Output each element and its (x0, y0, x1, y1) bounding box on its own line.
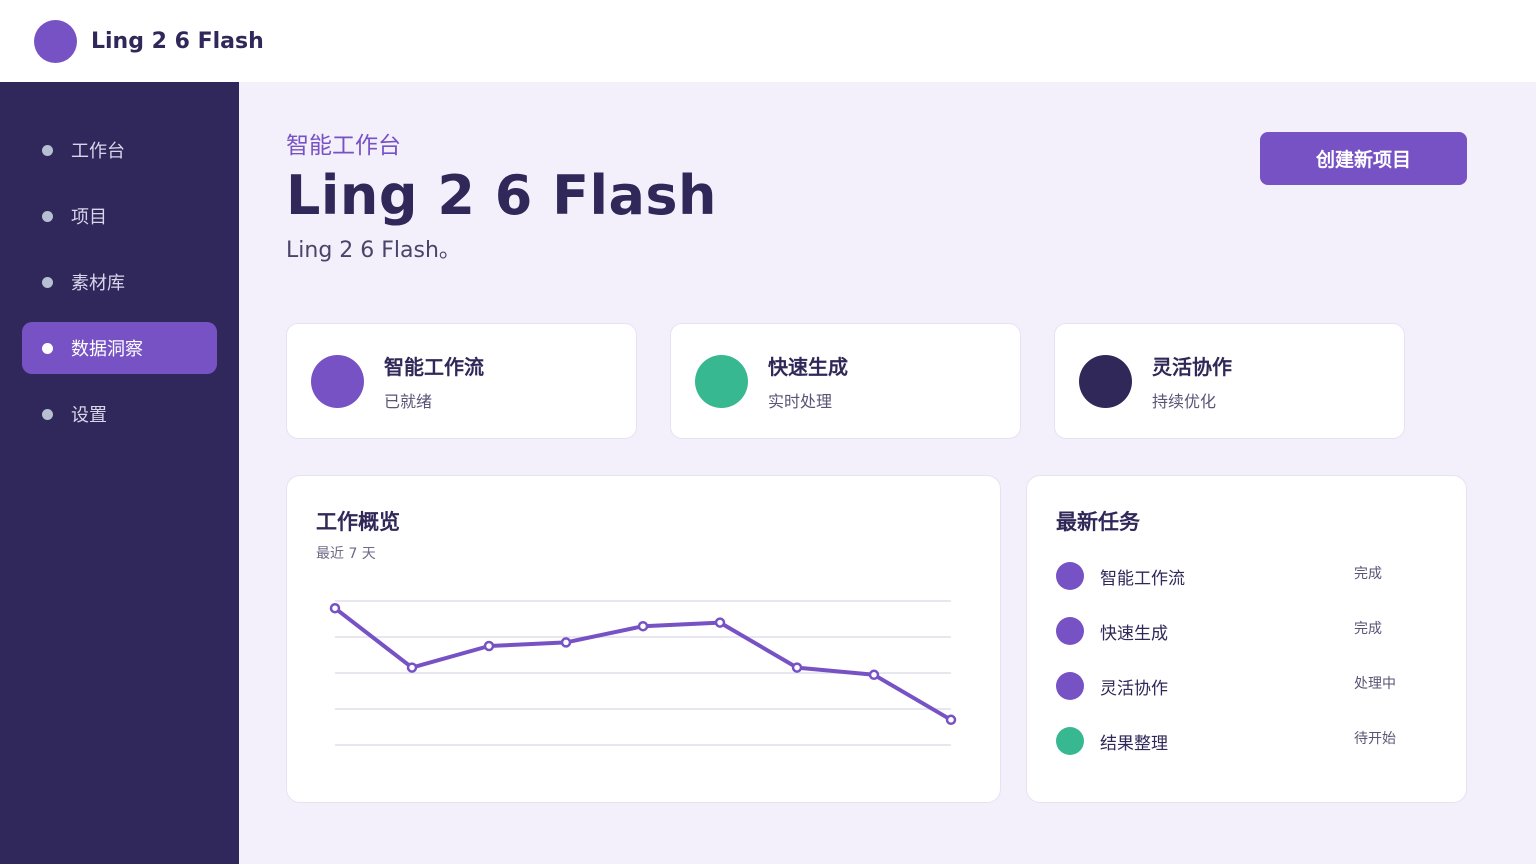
stat-title: 智能工作流 (384, 354, 484, 379)
task-row[interactable]: 结果整理 待开始 (1056, 726, 1436, 756)
sidebar-item-label: 工作台 (71, 141, 125, 162)
sidebar: 工作台 项目 素材库 数据洞察 设置 (0, 82, 239, 864)
data-point (714, 617, 726, 628)
bullet-icon (42, 342, 53, 354)
stat-subtitle: 实时处理 (768, 391, 833, 411)
data-point (868, 669, 880, 681)
overview-subtitle: 最近 7 天 (316, 546, 376, 562)
stat-title: 快速生成 (768, 354, 848, 379)
top-bar: Ling 2 6 Flash (0, 0, 1536, 82)
task-name: 智能工作流 (1100, 568, 1185, 589)
bullet-icon (42, 144, 53, 156)
circle-icon (311, 354, 364, 408)
sidebar-item-assets[interactable]: 素材库 (22, 256, 217, 308)
task-status: 完成 (1354, 621, 1382, 637)
sidebar-item-workbench[interactable]: 工作台 (22, 124, 217, 176)
overview-title: 工作概览 (316, 510, 400, 534)
sidebar-item-insights[interactable]: 数据洞察 (22, 322, 217, 374)
stat-card-workflow: 智能工作流 已就绪 (286, 323, 637, 439)
task-row[interactable]: 灵活协作 处理中 (1056, 671, 1436, 701)
data-point (483, 640, 495, 652)
sidebar-item-settings[interactable]: 设置 (22, 388, 217, 440)
tasks-title: 最新任务 (1056, 510, 1140, 534)
task-status: 完成 (1354, 566, 1382, 582)
stat-title: 灵活协作 (1152, 354, 1232, 379)
bullet-icon (42, 276, 53, 288)
brand-name: Ling 2 6 Flash (91, 28, 264, 54)
stat-subtitle: 已就绪 (384, 391, 433, 411)
sidebar-item-label: 项目 (71, 207, 107, 228)
page-eyebrow: 智能工作台 (286, 133, 401, 159)
bullet-icon (42, 210, 53, 222)
status-dot-icon (1056, 672, 1084, 700)
status-dot-icon (1056, 617, 1084, 645)
task-row[interactable]: 智能工作流 完成 (1056, 561, 1436, 591)
task-status: 待开始 (1354, 731, 1396, 747)
circle-icon (1079, 354, 1132, 408)
data-point (637, 620, 649, 632)
data-point (945, 714, 957, 726)
circle-icon (695, 354, 748, 408)
create-project-button[interactable]: 创建新项目 (1260, 132, 1467, 185)
task-status: 处理中 (1354, 676, 1396, 692)
bullet-icon (42, 408, 53, 420)
stat-card-collab: 灵活协作 持续优化 (1054, 323, 1405, 439)
stat-subtitle: 持续优化 (1152, 391, 1217, 411)
task-name: 结果整理 (1100, 733, 1168, 754)
data-point (560, 637, 572, 648)
stat-card-fast: 快速生成 实时处理 (670, 323, 1021, 439)
overview-panel: 工作概览 最近 7 天 (286, 475, 1001, 803)
tasks-panel: 最新任务 智能工作流 完成 快速生成 完成 灵活协作 处理中 结果整理 待开始 (1026, 475, 1467, 803)
task-name: 快速生成 (1100, 623, 1168, 644)
page-subtitle: Ling 2 6 Flash。 (286, 238, 461, 263)
page-title: Ling 2 6 Flash (286, 164, 717, 227)
sidebar-item-label: 素材库 (71, 273, 125, 294)
sidebar-item-label: 数据洞察 (71, 339, 143, 360)
sidebar-item-projects[interactable]: 项目 (22, 190, 217, 242)
data-point (329, 602, 341, 614)
main-content: 智能工作台 Ling 2 6 Flash Ling 2 6 Flash。 创建新… (239, 82, 1536, 864)
task-row[interactable]: 快速生成 完成 (1056, 616, 1436, 646)
task-name: 灵活协作 (1100, 678, 1168, 699)
logo-icon (34, 19, 77, 63)
data-point (406, 662, 418, 673)
status-dot-icon (1056, 562, 1084, 590)
data-point (791, 662, 803, 673)
sidebar-item-label: 设置 (71, 405, 107, 426)
status-dot-icon (1056, 727, 1084, 755)
